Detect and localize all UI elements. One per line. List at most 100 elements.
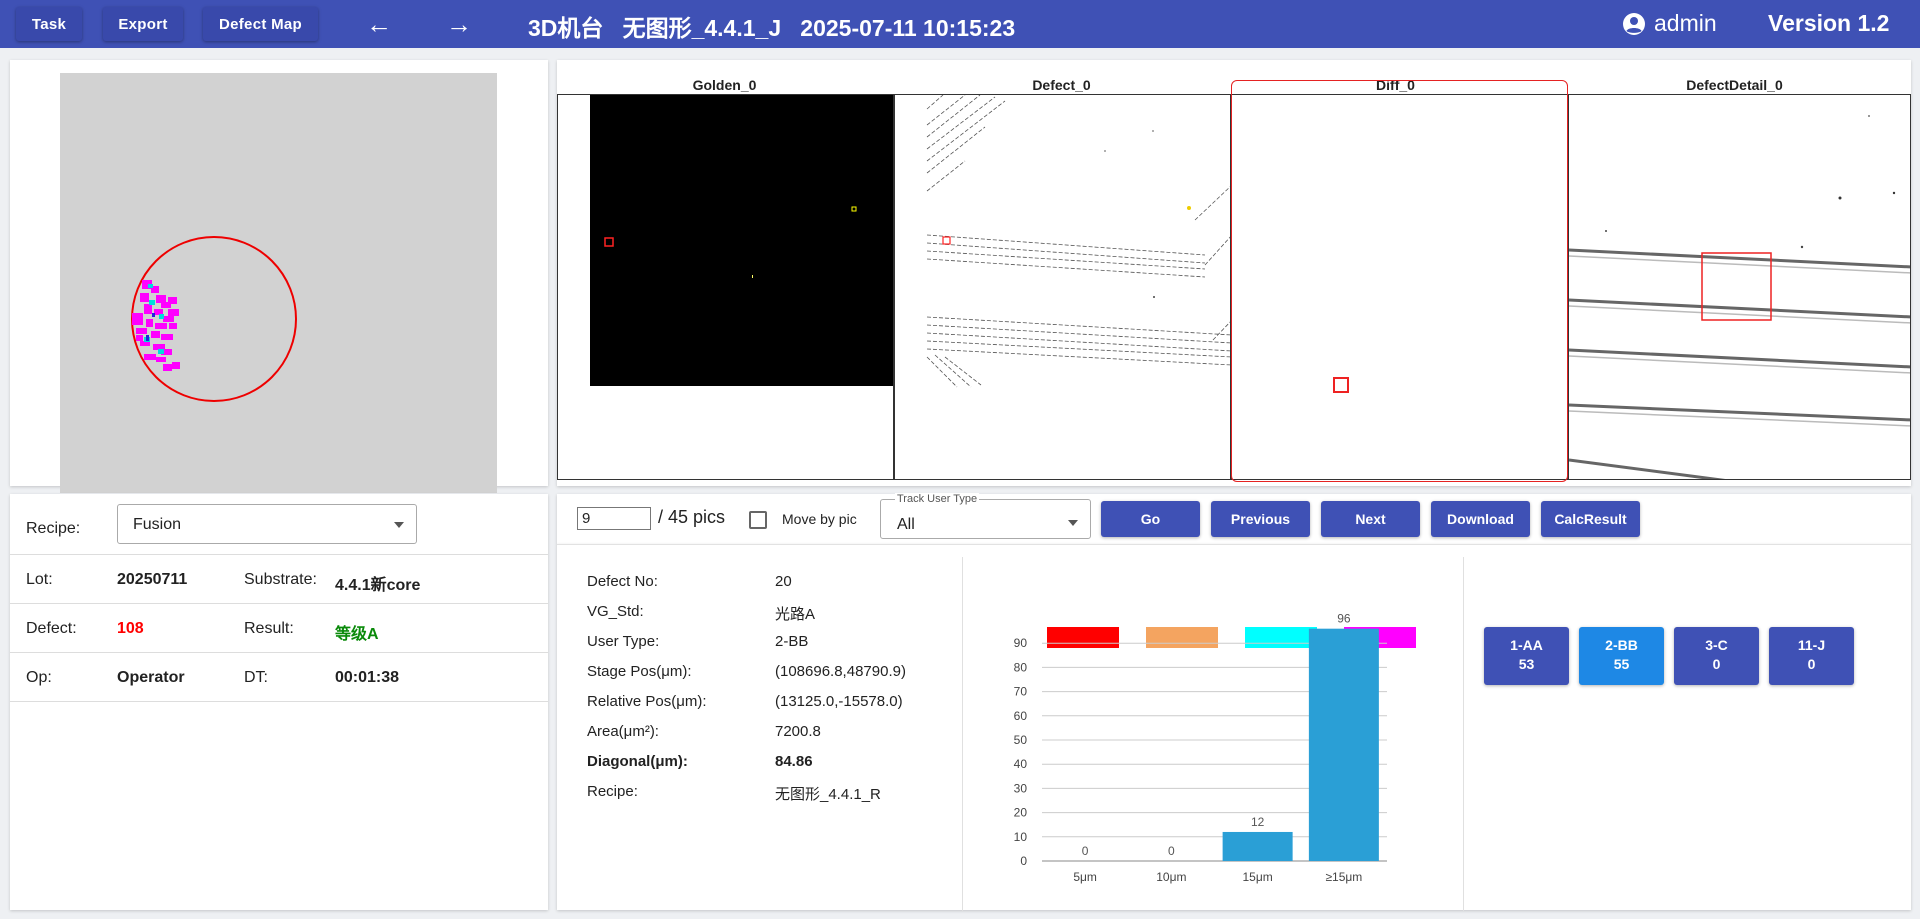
user-type-name: 11-J — [1797, 637, 1826, 653]
defect-map-button[interactable]: Defect Map — [203, 7, 318, 41]
defect-count: 108 — [117, 620, 144, 637]
defect-info-value: 20 — [775, 573, 792, 590]
dt-value: 00:01:38 — [335, 669, 400, 686]
substrate-value: 4.4.1新core — [335, 577, 421, 594]
next-button[interactable]: Next — [1321, 501, 1420, 537]
images-panel: Golden_0 Defect_0 Diff_0 DefectDetail_0 — [557, 60, 1911, 486]
bar-value-label: 0 — [1082, 844, 1089, 858]
defect-label: Defect: — [26, 620, 77, 637]
track-user-type-select[interactable]: Track User Type All — [880, 493, 1091, 539]
result-label: Result: — [244, 620, 294, 637]
golden-image[interactable] — [557, 94, 894, 480]
y-tick-label: 20 — [1014, 806, 1028, 820]
user-type-name: 1-AA — [1510, 637, 1543, 653]
move-by-pic-label: Move by pic — [782, 511, 857, 527]
lot-value: 20250711 — [117, 571, 188, 588]
wafer-map-panel — [10, 60, 548, 493]
user-type-count: 0 — [1807, 656, 1816, 672]
y-tick-label: 30 — [1014, 781, 1028, 795]
y-tick-label: 50 — [1014, 733, 1028, 747]
user-menu[interactable]: admin — [1622, 10, 1717, 37]
defect-info-label: Relative Pos(μm): — [587, 693, 707, 710]
user-type-button[interactable]: 11-J 0 — [1769, 627, 1854, 685]
substrate-label: Substrate: — [244, 571, 317, 588]
defect-row: Defect: 108 Result: 等级A — [10, 604, 548, 653]
recipe-select[interactable]: Fusion — [117, 504, 417, 544]
detail-title: DefectDetail_0 — [1686, 77, 1783, 93]
user-type-count: 0 — [1712, 656, 1721, 672]
golden-image-canvas — [590, 95, 893, 386]
version-label: Version 1.2 — [1768, 10, 1890, 36]
export-button[interactable]: Export — [103, 7, 183, 41]
track-user-type-label: Track User Type — [895, 493, 980, 505]
defect-title: Defect_0 — [1032, 77, 1091, 93]
track-user-type-value: All — [897, 516, 915, 533]
y-tick-label: 80 — [1014, 660, 1028, 674]
summary-panel: Recipe: Fusion Lot: 20250711 Substrate: … — [10, 494, 548, 910]
op-value: Operator — [117, 669, 185, 686]
defect-info-label: Recipe: — [587, 783, 638, 800]
chart-bar — [1222, 831, 1293, 861]
top-bar: Task Export Defect Map ← → 3D机台 无图形_4.4.… — [0, 0, 1920, 48]
control-bar: 9 / 45 pics Move by pic Track User Type … — [557, 493, 1911, 544]
defect-detail-canvas — [1569, 115, 1910, 479]
diff-image[interactable] — [1231, 94, 1568, 480]
previous-button[interactable]: Previous — [1211, 501, 1310, 537]
op-row: Op: Operator DT: 00:01:38 — [10, 653, 548, 702]
defect-image[interactable] — [894, 94, 1231, 480]
lot-row: Lot: 20250711 Substrate: 4.4.1新core — [10, 555, 548, 604]
bar-value-label: 0 — [1168, 844, 1175, 858]
defect-info-value: 84.86 — [775, 753, 813, 770]
task-button[interactable]: Task — [16, 7, 82, 41]
defect-info-value: 7200.8 — [775, 723, 821, 740]
defect-info-label: VG_Std: — [587, 603, 644, 620]
recipe-name: 无图形_4.4.1_J — [622, 15, 782, 41]
datetime: 2025-07-11 10:15:23 — [800, 15, 1016, 41]
user-type-button[interactable]: 1-AA 53 — [1484, 627, 1569, 685]
total-pics-label: / 45 pics — [658, 507, 726, 527]
defect-info-value: 2-BB — [775, 633, 809, 650]
y-tick-label: 0 — [1020, 854, 1027, 868]
go-button[interactable]: Go — [1101, 501, 1200, 537]
x-tick-label: 5μm — [1073, 870, 1097, 884]
chart-bar — [1308, 628, 1379, 861]
y-tick-label: 90 — [1014, 636, 1028, 650]
bar-value-label: 12 — [1251, 815, 1265, 829]
detail-panel: Defect No: 20 VG_Std: 光路A User Type: 2-BB Stag… — [557, 544, 1911, 911]
defect-info-label: Stage Pos(μm): — [587, 663, 692, 680]
golden-title: Golden_0 — [692, 77, 757, 93]
forward-arrow-icon[interactable]: → — [442, 8, 476, 40]
defect-info-label: User Type: — [587, 633, 660, 650]
user-type-button[interactable]: 3-C 0 — [1674, 627, 1759, 685]
dropdown-caret-icon — [394, 522, 404, 528]
account-icon — [1623, 12, 1645, 35]
defect-info-value: 无图形_4.4.1_R — [775, 786, 881, 803]
defect-info-label: Area(μm²): — [587, 723, 659, 740]
download-button[interactable]: Download — [1431, 501, 1530, 537]
x-tick-label: 10μm — [1156, 870, 1186, 884]
diff-title: Diff_0 — [1376, 77, 1415, 93]
defect-info-label: Diagonal(μm): — [587, 753, 688, 770]
y-tick-label: 40 — [1014, 757, 1028, 771]
user-name: admin — [1654, 10, 1717, 36]
lot-label: Lot: — [26, 571, 53, 588]
wafer-map-canvas — [131, 236, 297, 402]
recipe-row: Recipe: Fusion — [10, 494, 548, 555]
user-type-count: 55 — [1613, 656, 1630, 672]
diff-image-canvas — [1333, 377, 1349, 393]
divider — [962, 557, 963, 911]
defect-info-value: 光路A — [775, 606, 816, 623]
defect-detail-image[interactable] — [1568, 94, 1911, 480]
move-by-pic-checkbox[interactable] — [749, 511, 767, 529]
defect-size-chart: 0 10 20 30 40 50 60 70 80 90 0 5μm 0 10μm 12 15μm 96 ≥15μ… — [1014, 612, 1387, 884]
calc-result-button[interactable]: CalcResult — [1541, 501, 1640, 537]
back-arrow-icon[interactable]: ← — [362, 8, 396, 40]
x-tick-label: 15μm — [1242, 870, 1272, 884]
y-tick-label: 70 — [1014, 685, 1028, 699]
user-type-button[interactable]: 2-BB 55 — [1579, 627, 1664, 685]
wafer-map[interactable] — [60, 73, 497, 493]
pic-number-input[interactable]: 9 — [577, 507, 651, 530]
recipe-select-value: Fusion — [133, 516, 182, 533]
defect-info-label: Defect No: — [587, 573, 658, 590]
defect-info-value: (13125.0,-15578.0) — [775, 693, 903, 710]
